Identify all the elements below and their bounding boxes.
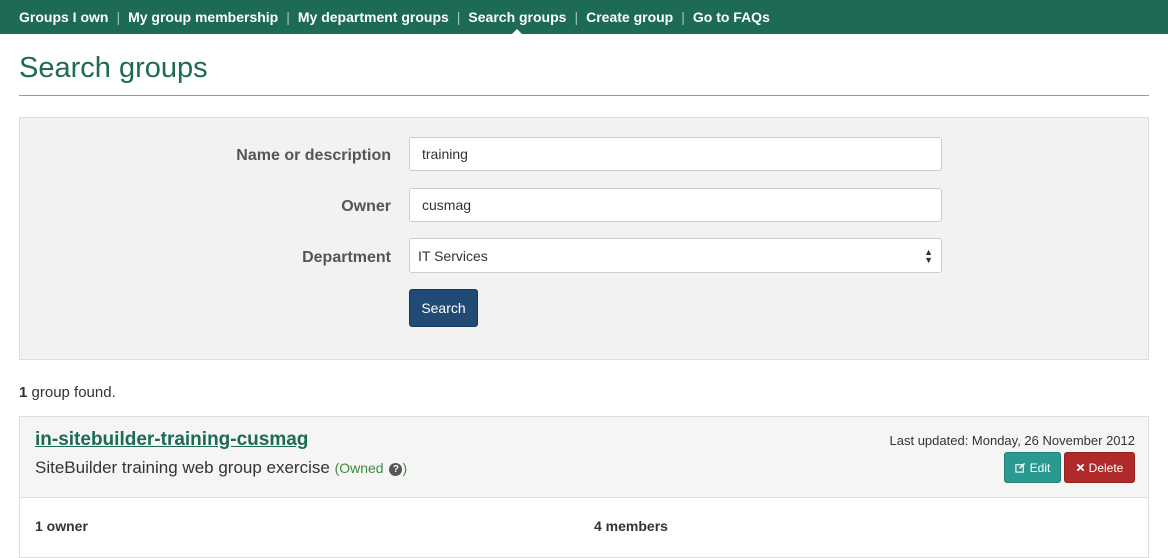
owned-badge: (Owned ?) xyxy=(335,460,408,476)
results-count-text: group found. xyxy=(27,384,116,401)
owners-count: 1 owner xyxy=(35,518,88,534)
search-button[interactable]: Search xyxy=(409,289,478,327)
name-input[interactable] xyxy=(409,137,942,171)
nav-search-groups[interactable]: Search groups xyxy=(468,9,566,35)
nav-groups-i-own[interactable]: Groups I own xyxy=(19,9,108,25)
edit-label: Edit xyxy=(1029,460,1051,475)
nav-go-to-faqs[interactable]: Go to FAQs xyxy=(693,9,770,25)
owner-input[interactable] xyxy=(409,188,942,222)
nav-my-department-groups[interactable]: My department groups xyxy=(298,9,449,25)
owned-label: (Owned xyxy=(334,460,384,476)
delete-button[interactable]: Delete xyxy=(1064,452,1135,483)
nav-separator: | xyxy=(116,9,121,25)
page-title: Search groups xyxy=(19,52,208,84)
group-card: in-sitebuilder-training-cusmag SiteBuild… xyxy=(19,416,1149,558)
name-label: Name or description xyxy=(236,147,391,164)
select-arrows-icon: ▲ ▼ xyxy=(924,246,933,265)
owned-close: ) xyxy=(402,460,408,476)
delete-label: Delete xyxy=(1088,460,1124,475)
edit-button[interactable]: Edit xyxy=(1004,452,1061,483)
group-name-link[interactable]: in-sitebuilder-training-cusmag xyxy=(35,429,308,451)
edit-icon xyxy=(1015,462,1025,473)
results-count: 1 group found. xyxy=(19,384,116,401)
nav-my-group-membership[interactable]: My group membership xyxy=(128,9,278,25)
title-divider xyxy=(19,95,1149,96)
department-select[interactable]: IT Services ▲ ▼ xyxy=(409,238,942,273)
group-description: SiteBuilder training web group exercise … xyxy=(35,458,407,478)
owner-label: Owner xyxy=(341,198,391,215)
nav-separator: | xyxy=(681,9,685,25)
group-description-text: SiteBuilder training web group exercise xyxy=(35,458,330,477)
search-form: Name or description Owner Department IT … xyxy=(19,117,1149,360)
nav-separator: | xyxy=(574,9,579,25)
question-circle-icon[interactable]: ? xyxy=(389,462,403,476)
nav-separator: | xyxy=(456,9,461,25)
nav-separator: | xyxy=(286,9,290,25)
nav-create-group[interactable]: Create group xyxy=(586,9,673,25)
department-selected-value: IT Services xyxy=(418,247,488,264)
last-updated: Last updated: Monday, 26 November 2012 xyxy=(889,433,1135,448)
close-icon xyxy=(1076,463,1084,472)
department-label: Department xyxy=(302,249,391,266)
members-count: 4 members xyxy=(594,518,668,534)
top-navigation: Groups I own | My group membership | My … xyxy=(0,0,1168,35)
group-card-header: in-sitebuilder-training-cusmag SiteBuild… xyxy=(20,417,1148,498)
group-stats: 1 owner 4 members xyxy=(20,498,1148,557)
